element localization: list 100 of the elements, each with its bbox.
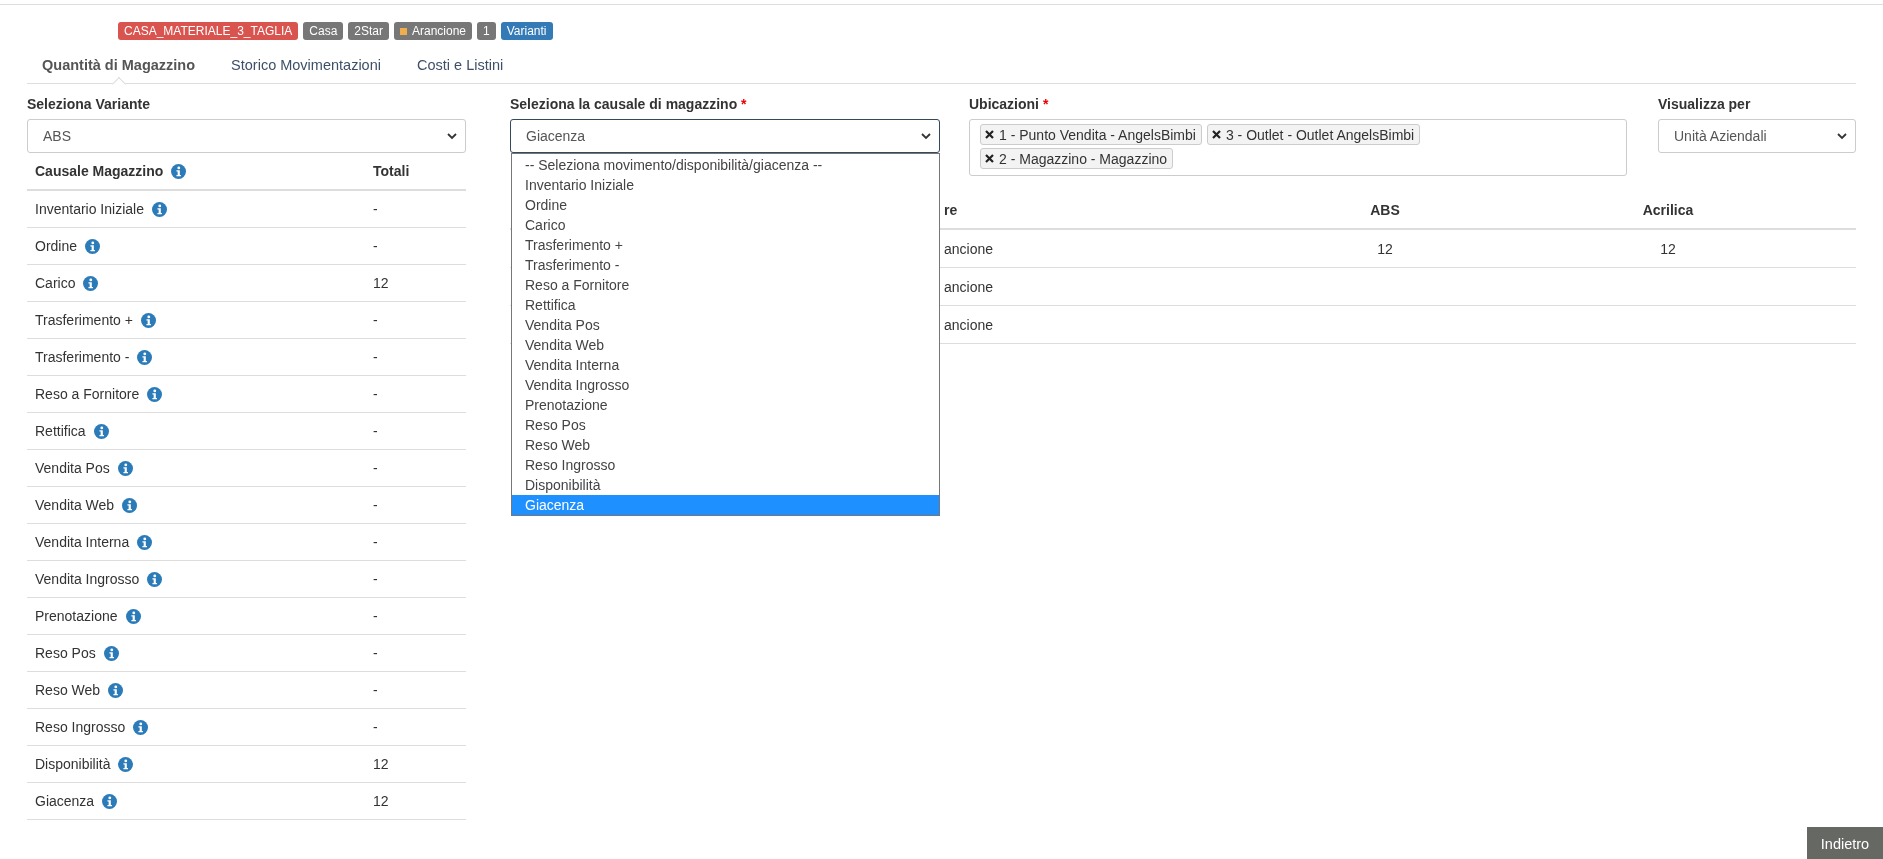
info-icon[interactable] xyxy=(133,719,149,735)
info-icon[interactable] xyxy=(147,386,163,402)
info-icon[interactable] xyxy=(102,793,118,809)
table-cell: - xyxy=(373,238,378,254)
tab[interactable]: Storico Movimentazioni xyxy=(216,46,396,83)
table-cell: ancione xyxy=(944,278,994,295)
dropdown-option[interactable]: Reso Pos xyxy=(512,415,939,435)
dropdown-option[interactable]: Inventario Iniziale xyxy=(512,175,939,195)
table-cell: - xyxy=(373,719,378,735)
remove-icon[interactable] xyxy=(1211,130,1221,139)
location-tag[interactable]: 3 - Outlet - Outlet AngelsBimbi xyxy=(1206,124,1421,145)
dropdown-option[interactable]: Carico xyxy=(512,215,939,235)
info-icon[interactable] xyxy=(117,460,133,476)
dropdown-option[interactable]: Reso Web xyxy=(512,435,939,455)
dropdown-option[interactable]: Trasferimento - xyxy=(512,255,939,275)
table-cell: Vendita Web xyxy=(35,497,115,513)
badge: Varianti xyxy=(500,22,553,40)
table-cell: Vendita Ingrosso xyxy=(35,571,140,587)
column-header: Acrilica xyxy=(1642,201,1694,218)
tab[interactable]: Costi e Listini xyxy=(401,46,519,83)
info-icon[interactable] xyxy=(147,571,163,587)
field-label: Seleziona la causale di magazzino * xyxy=(510,95,747,114)
table-cell: Reso a Fornitore xyxy=(35,386,140,402)
badge: Casa xyxy=(303,22,344,40)
table-cell: Reso Ingrosso xyxy=(35,719,126,735)
dropdown-option[interactable]: Vendita Ingrosso xyxy=(512,375,939,395)
table-cell: - xyxy=(373,201,378,217)
remove-icon[interactable] xyxy=(985,130,994,139)
table-cell: Prenotazione xyxy=(35,608,118,624)
table-cell: Trasferimento + xyxy=(35,312,133,328)
info-icon[interactable] xyxy=(137,534,153,550)
info-icon[interactable] xyxy=(137,349,153,365)
location-tag[interactable]: 2 - Magazzino - Magazzino xyxy=(980,148,1174,169)
table-cell: Trasferimento - xyxy=(35,349,130,365)
info-icon[interactable] xyxy=(151,201,167,217)
table-cell: - xyxy=(373,386,378,402)
badge: 2Star xyxy=(348,22,389,40)
table-cell: - xyxy=(373,423,378,439)
dropdown-option[interactable]: Disponibilità xyxy=(512,475,939,495)
table-cell: Rettifica xyxy=(35,423,86,439)
field-label: Visualizza per xyxy=(1658,95,1751,114)
locations-field[interactable]: 1 - Punto Vendita - AngelsBimbi 3 - Outlet - Outlet AngelsBimbi 2 - Magazzino - Magazzino xyxy=(969,119,1627,176)
table-cell: 12 xyxy=(373,275,389,291)
table-cell: 12 xyxy=(1660,240,1676,257)
variant-select[interactable]: ABS xyxy=(27,119,466,153)
table-cell: Disponibilità xyxy=(35,756,111,772)
info-icon[interactable] xyxy=(108,682,124,698)
dropdown-option[interactable]: Prenotazione xyxy=(512,395,939,415)
location-tag[interactable]: 1 - Punto Vendita - AngelsBimbi xyxy=(980,124,1202,145)
table-cell: Ordine xyxy=(35,238,78,254)
chevron-icon xyxy=(447,132,457,140)
table-cell: - xyxy=(373,460,378,476)
chevron-icon xyxy=(921,132,931,140)
table-cell: Giacenza xyxy=(35,793,95,809)
dropdown-option[interactable]: Ordine xyxy=(512,195,939,215)
table-cell: - xyxy=(373,608,378,624)
column-header: ABS xyxy=(1370,201,1400,218)
table-cell: ancione xyxy=(944,316,994,333)
back-button[interactable]: Indietro xyxy=(1807,827,1883,859)
info-icon[interactable] xyxy=(85,238,101,254)
dropdown-option[interactable]: -- Seleziona movimento/disponibilità/giacenza -- xyxy=(512,155,939,175)
badge: Arancione xyxy=(394,22,473,40)
table-cell: Vendita Interna xyxy=(35,534,130,550)
info-icon[interactable] xyxy=(118,756,134,772)
info-icon[interactable] xyxy=(122,497,138,513)
info-icon[interactable] xyxy=(125,608,141,624)
badge: CASA_MATERIALE_3_TAGLIA xyxy=(118,22,299,40)
info-icon[interactable] xyxy=(83,275,99,291)
column-header: re xyxy=(944,201,958,218)
table-cell: 12 xyxy=(1377,240,1393,257)
field-label: Ubicazioni * xyxy=(969,95,1049,114)
causal-select[interactable]: Giacenza xyxy=(510,119,940,153)
table-cell: - xyxy=(373,682,378,698)
table-cell: - xyxy=(373,312,378,328)
dropdown-option[interactable]: Vendita Web xyxy=(512,335,939,355)
table-cell: Reso Pos xyxy=(35,645,96,661)
table-cell: 12 xyxy=(373,793,389,809)
table-cell: Carico xyxy=(35,275,76,291)
dropdown-option[interactable]: Reso Ingrosso xyxy=(512,455,939,475)
info-icon[interactable] xyxy=(171,163,187,179)
column-header: Causale Magazzino xyxy=(35,163,164,179)
chevron-icon xyxy=(1837,132,1847,140)
table-cell: ancione xyxy=(944,240,994,257)
table-cell: - xyxy=(373,497,378,513)
dropdown-option[interactable]: Vendita Pos xyxy=(512,315,939,335)
dropdown-option[interactable]: Vendita Interna xyxy=(512,355,939,375)
dropdown-option[interactable]: Rettifica xyxy=(512,295,939,315)
table-cell: - xyxy=(373,349,378,365)
table-cell: - xyxy=(373,571,378,587)
remove-icon[interactable] xyxy=(985,154,994,163)
table-cell: 12 xyxy=(373,756,389,772)
table-cell: Inventario Iniziale xyxy=(35,201,144,217)
badge: 1 xyxy=(477,22,496,40)
dropdown-option[interactable]: Trasferimento + xyxy=(512,235,939,255)
dropdown-option[interactable]: Reso a Fornitore xyxy=(512,275,939,295)
info-icon[interactable] xyxy=(93,423,109,439)
info-icon[interactable] xyxy=(140,312,156,328)
view-select[interactable]: Unità Aziendali xyxy=(1658,119,1856,153)
info-icon[interactable] xyxy=(103,645,119,661)
field-label: Seleziona Variante xyxy=(27,95,150,114)
